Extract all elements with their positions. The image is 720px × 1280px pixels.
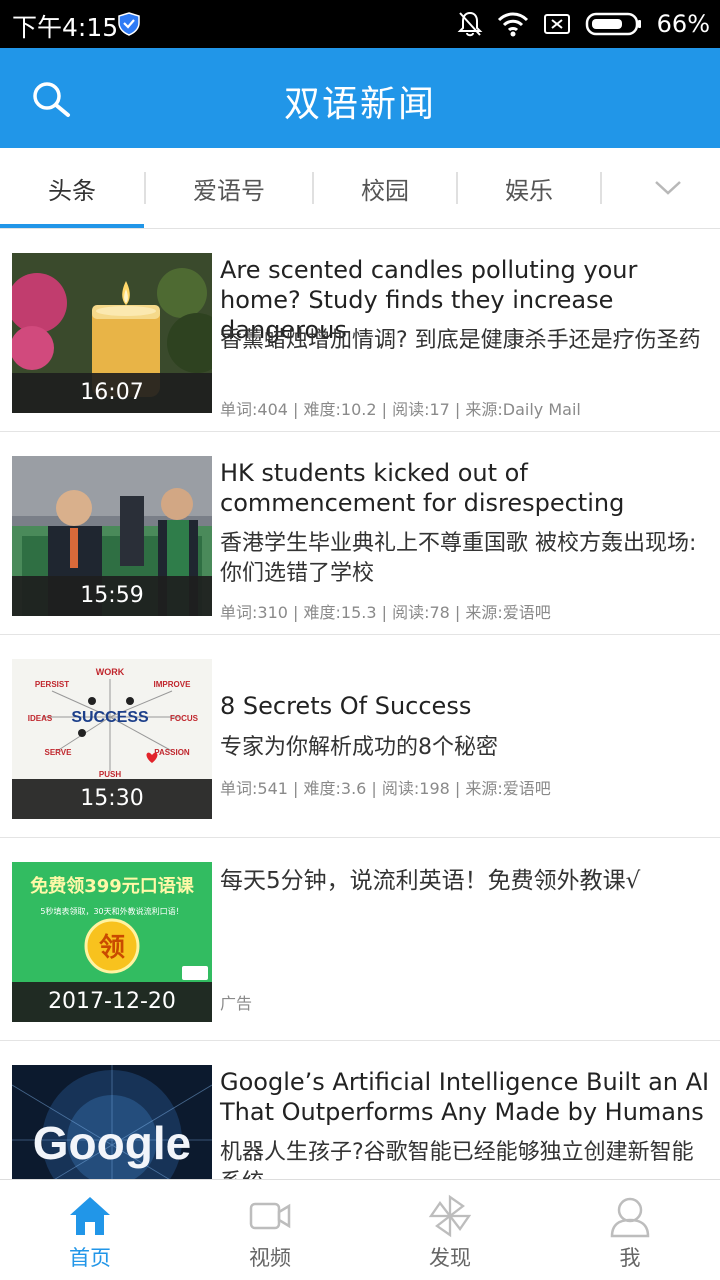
tab-campus[interactable]: 校园 — [314, 148, 456, 228]
more-tabs-button[interactable] — [640, 148, 696, 228]
video-icon — [249, 1202, 291, 1230]
news-title-en[interactable]: Google’s Artificial Intelligence Built a… — [220, 1067, 710, 1127]
ad-badge: 领 — [99, 932, 125, 963]
news-title-en[interactable]: HK students kicked out of commencement f… — [220, 458, 710, 518]
duration-label: 16:07 — [12, 373, 212, 413]
nav-video[interactable]: 视频 — [180, 1180, 360, 1280]
news-thumbnail[interactable]: Google — [12, 1065, 212, 1179]
app-header: 双语新闻 — [0, 48, 720, 148]
news-item[interactable]: Google Google’s Artificial Intelligence … — [0, 1041, 720, 1179]
home-icon — [70, 1197, 110, 1235]
thumb-success: SUCCESS — [71, 709, 149, 726]
tab-entertainment[interactable]: 娱乐 — [458, 148, 600, 228]
mute-bell-icon — [457, 11, 483, 37]
chevron-down-icon — [655, 181, 681, 195]
thumb-serve: SERVE — [45, 748, 73, 757]
shield-icon — [118, 12, 140, 36]
thumb-improve: IMPROVE — [154, 680, 192, 689]
nav-home[interactable]: 首页 — [0, 1180, 180, 1280]
tab-divider — [312, 172, 314, 204]
thumb-persist: PERSIST — [35, 680, 69, 689]
tab-headlines[interactable]: 头条 — [0, 148, 144, 228]
ad-subtext: 5秒填表领取，30天和外教说流利口语！ — [40, 906, 183, 916]
wifi-icon — [497, 12, 528, 37]
ad-label: 广告 — [220, 994, 253, 1013]
google-logo-text: Google — [33, 1117, 191, 1169]
news-title-zh[interactable]: 香薰蜡烛增加情调? 到底是健康杀手还是疗伤圣药 — [220, 326, 710, 356]
news-title-zh[interactable]: 香港学生毕业典礼上不尊重国歌 被校方轰出现场:你们选错了学校 — [220, 529, 710, 589]
status-bar: 下午4:15 66% — [0, 0, 720, 48]
news-item[interactable]: 15:59 HK students kicked out of commence… — [0, 432, 720, 635]
status-icons: 66% — [457, 8, 710, 40]
date-label: 2017-12-20 — [12, 982, 212, 1022]
duration-label: 15:59 — [12, 576, 212, 616]
news-title-zh[interactable]: 专家为你解析成功的8个秘密 — [220, 733, 710, 763]
nav-me-label: 我 — [619, 1246, 641, 1270]
news-item[interactable]: SUCCESS WORK PERSIST IMPROVE IDEAS FOCUS… — [0, 635, 720, 838]
nav-home-label: 首页 — [69, 1246, 111, 1270]
tab-divider — [600, 172, 602, 204]
news-title-en[interactable]: 8 Secrets Of Success — [220, 691, 710, 721]
bottom-nav: 首页 视频 发现 我 — [0, 1179, 720, 1280]
tab-divider — [456, 172, 458, 204]
thumb-passion: PASSION — [154, 748, 190, 757]
news-item[interactable]: 16:07 Are scented candles polluting your… — [0, 229, 720, 432]
news-meta: 单词:310 | 难度:15.3 | 阅读:78 | 来源:爱语吧 — [220, 603, 551, 622]
google-thumbnail: Google — [12, 1065, 212, 1179]
news-thumbnail[interactable]: SUCCESS WORK PERSIST IMPROVE IDEAS FOCUS… — [12, 659, 212, 819]
status-time: 下午4:15 — [12, 13, 119, 42]
news-list[interactable]: 16:07 Are scented candles polluting your… — [0, 229, 720, 1179]
nav-discover-label: 发现 — [429, 1246, 471, 1270]
nav-me[interactable]: 我 — [540, 1180, 720, 1280]
thumb-focus: FOCUS — [170, 714, 199, 723]
page-title: 双语新闻 — [283, 84, 436, 125]
news-meta: 单词:541 | 难度:3.6 | 阅读:198 | 来源:爱语吧 — [220, 779, 551, 798]
nav-discover[interactable]: 发现 — [360, 1180, 540, 1280]
pinwheel-icon — [428, 1194, 472, 1238]
news-thumbnail[interactable]: 免费领399元口语课 5秒填表领取，30天和外教说流利口语！ 领 2017-12… — [12, 862, 212, 1022]
no-sim-icon — [543, 14, 570, 34]
active-tab-indicator — [0, 224, 144, 228]
ad-title[interactable]: 每天5分钟，说流利英语！免费领外教课√ — [220, 866, 710, 896]
thumb-work: WORK — [96, 667, 125, 677]
news-thumbnail[interactable]: 15:59 — [12, 456, 212, 616]
news-thumbnail[interactable]: 16:07 — [12, 253, 212, 413]
tab-aiyuhao[interactable]: 爱语号 — [146, 148, 312, 228]
news-meta: 单词:404 | 难度:10.2 | 阅读:17 | 来源:Daily Mail — [220, 400, 581, 419]
thumb-ideas: IDEAS — [28, 714, 53, 723]
profile-icon — [610, 1197, 650, 1238]
battery-icon — [585, 12, 641, 36]
duration-label: 15:30 — [12, 779, 212, 819]
ad-item[interactable]: 免费领399元口语课 5秒填表领取，30天和外教说流利口语！ 领 2017-12… — [0, 838, 720, 1041]
nav-video-label: 视频 — [249, 1246, 291, 1270]
battery-percent: 66% — [656, 10, 710, 38]
category-tabs: 头条 爱语号 校园 娱乐 — [0, 148, 720, 229]
ad-headline: 免费领399元口语课 — [30, 875, 195, 897]
news-title-zh[interactable]: 机器人生孩子?谷歌智能已经能够独立创建新智能系统 — [220, 1138, 710, 1179]
tab-divider — [144, 172, 146, 204]
thumb-push: PUSH — [99, 770, 121, 779]
